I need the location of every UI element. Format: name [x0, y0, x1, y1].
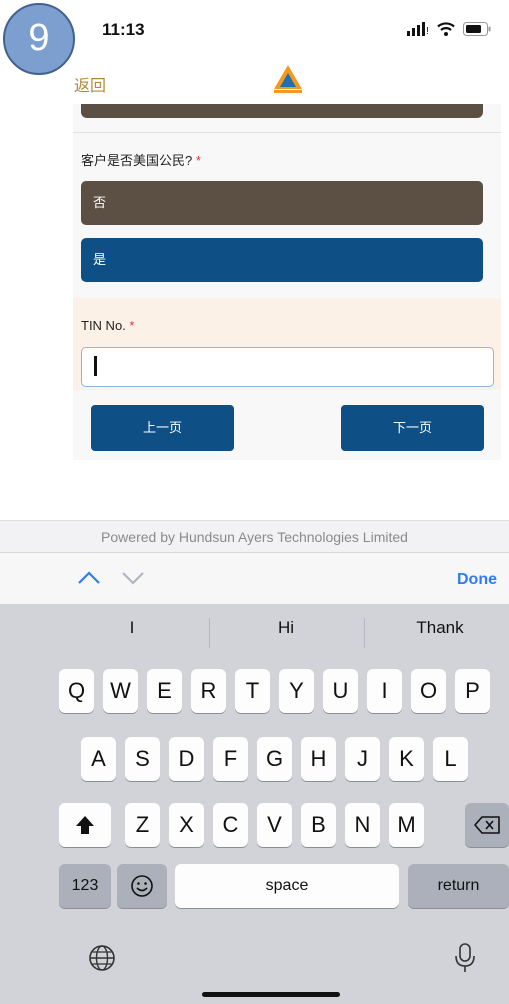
suggestion-divider [209, 618, 210, 648]
suggestion-2[interactable]: Hi [216, 618, 356, 638]
backspace-icon [474, 816, 500, 834]
option-yes-button[interactable]: 是 [81, 238, 483, 282]
tin-label: TIN No. * [81, 318, 134, 333]
wifi-icon [437, 22, 455, 36]
chevron-down-icon[interactable] [120, 568, 146, 586]
key-t[interactable]: T [235, 669, 270, 713]
suggestion-3[interactable]: Thank [370, 618, 509, 638]
key-i[interactable]: I [367, 669, 402, 713]
key-g[interactable]: G [257, 737, 292, 781]
key-r[interactable]: R [191, 669, 226, 713]
return-key[interactable]: return [408, 864, 509, 908]
required-mark: * [195, 153, 201, 168]
done-button[interactable]: Done [457, 571, 497, 589]
option-no-button[interactable]: 否 [81, 181, 483, 225]
key-w[interactable]: W [103, 669, 138, 713]
key-b[interactable]: B [301, 803, 336, 847]
shift-key[interactable] [59, 803, 111, 847]
key-z[interactable]: Z [125, 803, 160, 847]
svg-text:!: ! [426, 26, 429, 36]
tin-label-text: TIN No. [81, 318, 126, 333]
key-e[interactable]: E [147, 669, 182, 713]
globe-icon[interactable] [88, 944, 116, 972]
status-icons: ! [407, 19, 491, 39]
key-u[interactable]: U [323, 669, 358, 713]
powered-by-footer: Powered by Hundsun Ayers Technologies Li… [0, 520, 509, 552]
emoji-key[interactable] [117, 864, 167, 908]
status-signal-icon: ! [407, 22, 429, 36]
key-v[interactable]: V [257, 803, 292, 847]
emoji-icon [131, 875, 153, 897]
key-f[interactable]: F [213, 737, 248, 781]
backspace-key[interactable] [465, 803, 509, 847]
suggestion-1[interactable]: I [62, 618, 202, 638]
tin-required-mark: * [129, 318, 135, 333]
key-a[interactable]: A [81, 737, 116, 781]
question-text: 客户是否美国公民? [81, 153, 193, 168]
tin-input[interactable] [81, 347, 494, 387]
key-h[interactable]: H [301, 737, 336, 781]
key-x[interactable]: X [169, 803, 204, 847]
shift-icon [76, 816, 94, 834]
app-logo [274, 65, 302, 93]
key-l[interactable]: L [433, 737, 468, 781]
next-page-button[interactable]: 下一页 [341, 405, 484, 451]
space-key[interactable]: space [175, 864, 399, 908]
key-y[interactable]: Y [279, 669, 314, 713]
key-j[interactable]: J [345, 737, 380, 781]
home-indicator [202, 992, 340, 997]
status-time: 11:13 [102, 20, 145, 39]
suggestion-divider [364, 618, 365, 648]
divider [73, 132, 501, 133]
numbers-key[interactable]: 123 [59, 864, 111, 908]
key-q[interactable]: Q [59, 669, 94, 713]
battery-icon [463, 22, 491, 36]
key-k[interactable]: K [389, 737, 424, 781]
key-c[interactable]: C [213, 803, 248, 847]
key-d[interactable]: D [169, 737, 204, 781]
key-o[interactable]: O [411, 669, 446, 713]
back-link[interactable]: 返回 [74, 72, 106, 96]
citizenship-question: 客户是否美国公民? * [81, 150, 201, 169]
microphone-icon[interactable] [454, 942, 476, 974]
text-caret [94, 356, 97, 376]
chevron-up-icon[interactable] [76, 568, 102, 586]
key-p[interactable]: P [455, 669, 490, 713]
key-s[interactable]: S [125, 737, 160, 781]
previous-option[interactable] [81, 104, 483, 118]
key-n[interactable]: N [345, 803, 380, 847]
step-badge: 9 [3, 3, 75, 75]
previous-page-button[interactable]: 上一页 [91, 405, 234, 451]
key-m[interactable]: M [389, 803, 424, 847]
